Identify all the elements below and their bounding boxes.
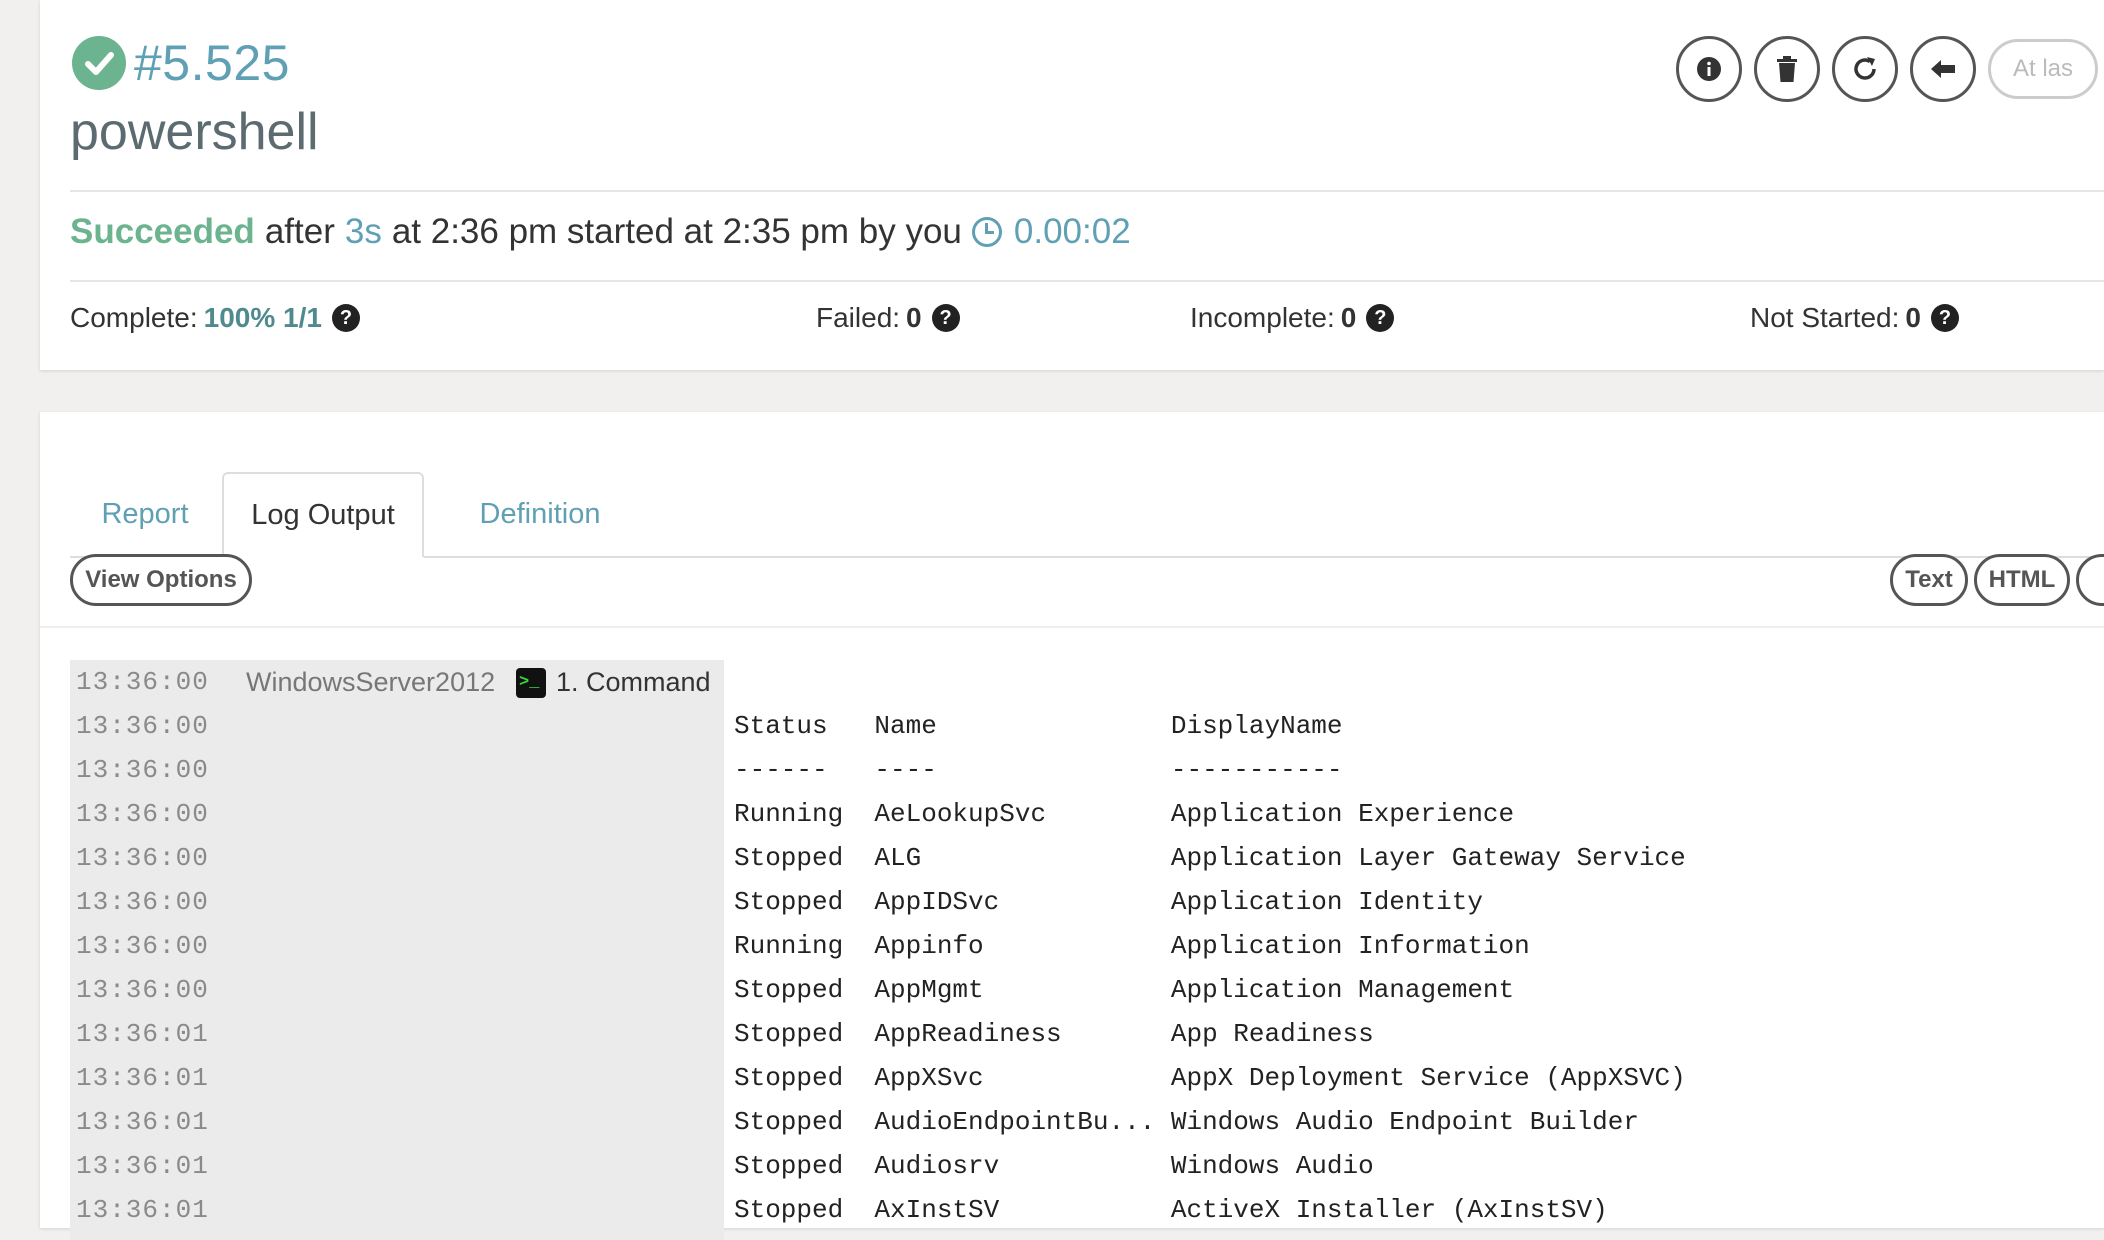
log-text: Stopped AppXSvc AppX Deployment Service …	[734, 1063, 1686, 1093]
success-check-icon	[72, 36, 126, 90]
stat-incomplete: Incomplete: 0 ?	[1190, 302, 1395, 334]
execution-output-card: Report Log Output Definition View Option…	[40, 412, 2104, 1240]
help-icon[interactable]: ?	[1930, 304, 1959, 332]
stat-not-started: Not Started: 0 ?	[1750, 302, 1959, 334]
more-format-button[interactable]	[2076, 554, 2104, 606]
tab-bar: Report Log Output Definition	[70, 442, 2104, 558]
tab-log-output[interactable]: Log Output	[222, 472, 424, 558]
log-timestamp: 13:36:00	[76, 799, 209, 829]
log-text: Stopped AppIDSvc Application Identity	[734, 887, 1483, 917]
log-text: Status Name DisplayName	[734, 711, 1343, 741]
log-timestamp: 13:36:00	[76, 755, 209, 785]
log-timestamp: 13:36:01	[76, 1195, 209, 1225]
arrow-left-icon	[1931, 60, 1955, 78]
action-buttons: At las	[1676, 36, 2099, 102]
log-timestamp: 13:36:00	[76, 711, 209, 741]
title-row: #5.525	[72, 34, 290, 92]
log-row: 13:36:01 Stopped AudioEndpointBu... Wind…	[70, 1100, 2070, 1144]
divider	[70, 190, 2104, 192]
log-timestamp: 13:36:00	[76, 667, 209, 697]
log-row: 13:36:00 Stopped AppMgmt Application Man…	[70, 968, 2070, 1012]
execution-id[interactable]: #5.525	[134, 34, 290, 92]
log-text: Stopped AxInstSV ActiveX Installer (AxIn…	[734, 1195, 1608, 1225]
back-button[interactable]	[1910, 36, 1976, 102]
rerun-button[interactable]	[1832, 36, 1898, 102]
log-timestamp: 13:36:00	[76, 931, 209, 961]
stat-complete-label: Complete:	[70, 302, 198, 333]
log-text: ------ ---- -----------	[734, 755, 1343, 785]
stat-not-started-value: 0	[1905, 302, 1921, 333]
status-line: Succeeded after 3s at 2:36 pm started at…	[70, 212, 1131, 252]
stat-failed: Failed: 0 ?	[816, 302, 960, 334]
status-after-text: after	[264, 212, 335, 251]
stat-failed-value: 0	[906, 302, 922, 333]
log-row: 13:36:00 ------ ---- -----------	[70, 748, 2070, 792]
log-timestamp: 13:36:01	[76, 1107, 209, 1137]
log-text: Stopped AppMgmt Application Management	[734, 975, 1515, 1005]
log-node-name[interactable]: WindowsServer2012	[246, 660, 495, 704]
log-text: Running Appinfo Application Information	[734, 931, 1530, 961]
refresh-icon	[1854, 57, 1876, 80]
log-text: Stopped AudioEndpointBu... Windows Audio…	[734, 1107, 1639, 1137]
log-timestamp: 13:36:00	[76, 843, 209, 873]
status-duration: 3s	[344, 212, 382, 251]
info-button[interactable]	[1676, 36, 1742, 102]
log-timestamp: 13:36:00	[76, 887, 209, 917]
terminal-icon: >_	[516, 668, 546, 698]
log-timestamp: 13:36:00	[76, 975, 209, 1005]
log-row: 13:36:00 Running Appinfo Application Inf…	[70, 924, 2070, 968]
help-icon[interactable]: ?	[331, 304, 360, 332]
stat-complete-value: 100% 1/1	[203, 302, 322, 333]
stat-complete: Complete: 100% 1/1 ?	[70, 302, 360, 334]
log-row: 13:36:01 Stopped AppReadiness App Readin…	[70, 1012, 2070, 1056]
tab-definition[interactable]: Definition	[440, 472, 640, 556]
log-row: 13:36:00 Stopped ALG Application Layer G…	[70, 836, 2070, 880]
log-row: 13:36:00 Running AeLookupSvc Application…	[70, 792, 2070, 836]
status-elapsed: 0.00:02	[1013, 212, 1131, 251]
log-text: Running AeLookupSvc Application Experien…	[734, 799, 1515, 829]
status-result: Succeeded	[70, 212, 255, 251]
log-text: Stopped ALG Application Layer Gateway Se…	[734, 843, 1686, 873]
log-step-label[interactable]: 1. Command	[556, 660, 711, 704]
clock-icon	[971, 217, 1002, 247]
tab-report[interactable]: Report	[70, 472, 220, 556]
divider	[70, 280, 2104, 282]
info-icon	[1697, 57, 1721, 81]
log-text: Stopped Audiosrv Windows Audio	[734, 1151, 1374, 1181]
log-row: 13:36:01 Stopped AppXSvc AppX Deployment…	[70, 1056, 2070, 1100]
help-icon[interactable]: ?	[1366, 304, 1395, 332]
log-row: 13:36:00 WindowsServer2012 >_ 1. Command	[70, 660, 2070, 704]
log-row: 13:36:00 Status Name DisplayName	[70, 704, 2070, 748]
log-row: 13:36:00 Stopped AppIDSvc Application Id…	[70, 880, 2070, 924]
stat-incomplete-value: 0	[1340, 302, 1357, 333]
log-timestamp: 13:36:01	[76, 1063, 209, 1093]
at-last-button[interactable]: At las	[1988, 39, 2099, 99]
html-format-button[interactable]: HTML	[1974, 554, 2070, 606]
log-row: 13:36:01 Stopped Audiosrv Windows Audio	[70, 1144, 2070, 1188]
stat-failed-label: Failed:	[816, 302, 901, 333]
divider	[40, 626, 2104, 628]
view-options-button[interactable]: View Options	[70, 554, 252, 606]
log-timestamp: 13:36:01	[76, 1151, 209, 1181]
status-time-text: at 2:36 pm started at 2:35 pm by you	[391, 212, 962, 251]
text-format-button[interactable]: Text	[1890, 554, 1968, 606]
trash-icon	[1777, 56, 1797, 82]
help-icon[interactable]: ?	[931, 304, 960, 332]
log-timestamp: 13:36:01	[76, 1019, 209, 1049]
log-text: Stopped AppReadiness App Readiness	[734, 1019, 1374, 1049]
job-name[interactable]: powershell	[70, 102, 319, 162]
execution-summary-card: #5.525 powershell At las Succeeded after…	[40, 0, 2104, 370]
delete-button[interactable]	[1754, 36, 1820, 102]
log-row: 13:36:01 Stopped AxInstSV ActiveX Instal…	[70, 1188, 2070, 1232]
stat-incomplete-label: Incomplete:	[1190, 302, 1335, 333]
stat-not-started-label: Not Started:	[1750, 302, 1900, 333]
